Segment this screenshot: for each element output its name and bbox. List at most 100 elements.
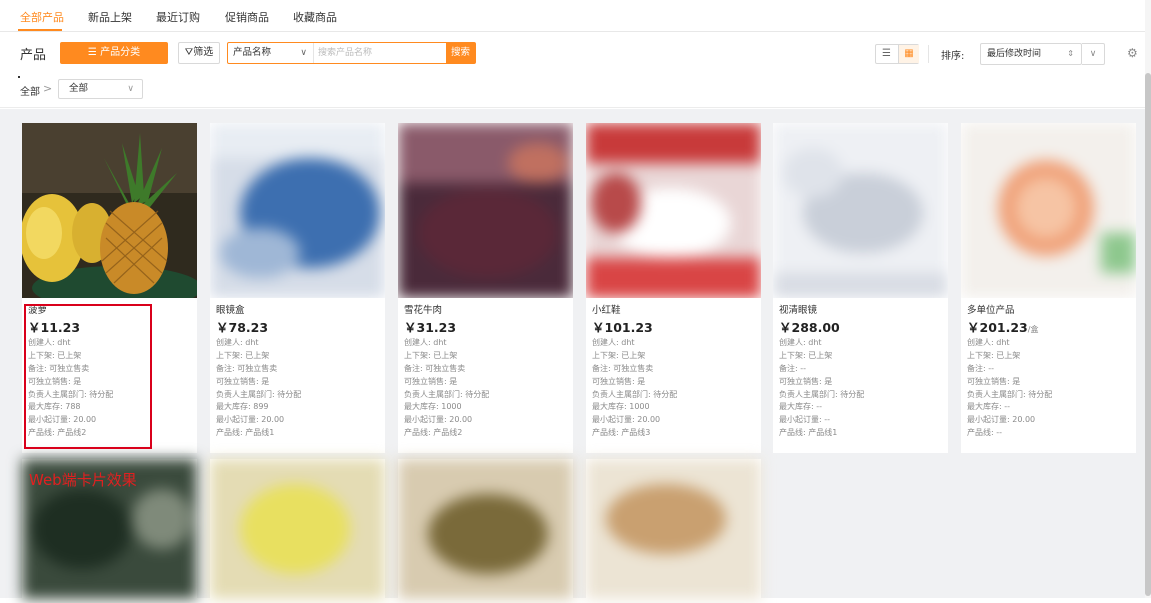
breadcrumb-separator: >	[43, 82, 53, 95]
category-select-value: 全部	[69, 83, 89, 94]
tab-favorites[interactable]: 收藏商品	[293, 9, 337, 25]
attr-remark: 备注: --	[967, 363, 995, 373]
product-tabs: 全部产品 新品上架 最近订购 促销商品 收藏商品	[0, 0, 1145, 32]
product-card[interactable]: 视清眼镜 ￥288.00 创建人: dht 上下架: 已上架 备注: -- 可独…	[773, 123, 948, 453]
attr-min-order: 最小起订量: 20.00	[404, 415, 473, 425]
tab-promotions[interactable]: 促销商品	[225, 9, 269, 25]
product-info: 多单位产品 ￥201.23/盒 创建人: dht 上下架: 已上架 备注: --…	[967, 303, 1132, 440]
sort-select[interactable]: 最后修改时间 ⇕	[980, 43, 1082, 65]
price-value: ￥78.23	[216, 320, 269, 335]
price-value: ￥288.00	[779, 320, 840, 335]
product-card[interactable]: 多单位产品 ￥201.23/盒 创建人: dht 上下架: 已上架 备注: --…	[961, 123, 1136, 453]
product-grid: 菠萝 ￥11.23 创建人: dht 上下架: 已上架 备注: 可独立售卖 可独…	[0, 109, 1145, 599]
dot-marker	[18, 76, 20, 78]
product-image-blurred	[586, 459, 761, 599]
grid-view-icon[interactable]: ▦	[898, 45, 919, 63]
product-name[interactable]: 眼镜盒	[216, 303, 381, 318]
attr-department: 负责人主属部门: 待分配	[216, 389, 302, 399]
filter-button[interactable]: ⛛筛选	[178, 42, 220, 64]
price-value: ￥101.23	[592, 320, 653, 335]
search-field-select[interactable]: 产品名称 ∨	[228, 43, 314, 63]
attr-department: 负责人主属部门: 待分配	[967, 389, 1053, 399]
breadcrumb: 全部 > 全部 ∨	[0, 74, 1145, 108]
toolbar: 产品 ☰ 产品分类 ⛛筛选 产品名称 ∨ 搜索 ☰ ▦ 排序: 最后修改时间 ⇕…	[0, 33, 1145, 73]
product-info: 小红鞋 ￥101.23 创建人: dht 上下架: 已上架 备注: 可独立售卖 …	[592, 303, 757, 440]
sort-arrows-icon: ⇕	[1067, 49, 1074, 58]
attr-creator: 创建人: dht	[967, 338, 1010, 347]
list-view-icon[interactable]: ☰	[876, 45, 897, 63]
attr-remark: 备注: 可独立售卖	[592, 363, 654, 373]
attr-creator: 创建人: dht	[216, 338, 259, 347]
attr-listing-status: 上下架: 已上架	[592, 350, 646, 360]
product-info: 眼镜盒 ￥78.23 创建人: dht 上下架: 已上架 备注: 可独立售卖 可…	[216, 303, 381, 440]
attr-product-line: 产品线: 产品线3	[592, 428, 651, 438]
sort-direction-button[interactable]: ∨	[1082, 43, 1105, 65]
attr-max-stock: 最大库存: 1000	[592, 402, 650, 412]
product-card[interactable]: 小红鞋 ￥101.23 创建人: dht 上下架: 已上架 备注: 可独立售卖 …	[586, 123, 761, 453]
highlight-box	[24, 304, 152, 449]
attr-listing-status: 上下架: 已上架	[967, 350, 1021, 360]
attr-independent-sale: 可独立销售: 是	[967, 376, 1021, 386]
gear-icon[interactable]: ⚙	[1127, 46, 1138, 60]
sort-label: 排序:	[941, 51, 965, 62]
product-image-multi-unit	[961, 123, 1136, 298]
attr-department: 负责人主属部门: 待分配	[779, 389, 865, 399]
toolbar-divider	[928, 45, 929, 63]
chevron-down-icon: ∨	[300, 48, 307, 58]
attr-min-order: 最小起订量: 20.00	[592, 415, 661, 425]
filter-button-label: 筛选	[193, 47, 214, 58]
attr-min-order: 最小起订量: 20.00	[216, 415, 285, 425]
attr-listing-status: 上下架: 已上架	[216, 350, 270, 360]
product-image-blurred	[398, 459, 573, 599]
product-name[interactable]: 视清眼镜	[779, 303, 944, 318]
beef-image	[398, 123, 573, 298]
product-category-button[interactable]: ☰ 产品分类	[60, 42, 168, 64]
tab-new-arrivals[interactable]: 新品上架	[88, 9, 132, 25]
product-price: ￥78.23	[216, 318, 381, 337]
breadcrumb-home[interactable]: 全部	[20, 83, 40, 98]
tab-recent-orders[interactable]: 最近订购	[156, 9, 200, 25]
product-image-red-shoes	[586, 123, 761, 298]
pineapple-image	[22, 123, 197, 298]
product-price: ￥288.00	[779, 318, 944, 337]
product-card[interactable]	[398, 459, 573, 599]
product-card[interactable]: 雪花牛肉 ￥31.23 创建人: dht 上下架: 已上架 备注: 可独立售卖 …	[398, 123, 573, 453]
filter-icon: ⛛	[184, 47, 194, 58]
attr-remark: 备注: 可独立售卖	[216, 363, 278, 373]
product-image-pineapple	[22, 123, 197, 298]
product-card[interactable]: 眼镜盒 ￥78.23 创建人: dht 上下架: 已上架 备注: 可独立售卖 可…	[210, 123, 385, 453]
scrollbar-thumb[interactable]	[1145, 73, 1151, 596]
search-input[interactable]	[318, 45, 438, 61]
attr-independent-sale: 可独立销售: 是	[404, 376, 458, 386]
view-toggle: ☰ ▦	[875, 44, 919, 64]
attr-max-stock: 最大库存: --	[967, 402, 1011, 412]
product-price: ￥201.23/盒	[967, 318, 1132, 337]
product-image-eyeglasses	[773, 123, 948, 298]
search-bar: 产品名称 ∨ 搜索	[227, 42, 476, 64]
price-value: ￥31.23	[404, 320, 457, 335]
product-name[interactable]: 雪花牛肉	[404, 303, 569, 318]
attr-department: 负责人主属部门: 待分配	[404, 389, 490, 399]
tab-all-products[interactable]: 全部产品	[20, 9, 64, 25]
glasses-case-image	[210, 123, 385, 298]
attr-independent-sale: 可独立销售: 是	[592, 376, 646, 386]
attr-remark: 备注: --	[779, 363, 807, 373]
attr-product-line: 产品线: 产品线2	[404, 428, 463, 438]
page-title: 产品	[20, 48, 47, 63]
product-image-glasses-case	[210, 123, 385, 298]
price-unit: /盒	[1027, 325, 1039, 334]
product-card[interactable]	[586, 459, 761, 599]
product-price: ￥31.23	[404, 318, 569, 337]
product-name[interactable]: 小红鞋	[592, 303, 757, 318]
product-card[interactable]	[210, 459, 385, 599]
product-info: 视清眼镜 ￥288.00 创建人: dht 上下架: 已上架 备注: -- 可独…	[779, 303, 944, 440]
sort-value: 最后修改时间	[987, 49, 1042, 59]
red-shoes-image	[586, 123, 761, 298]
category-select[interactable]: 全部 ∨	[58, 79, 143, 99]
product-name[interactable]: 多单位产品	[967, 303, 1132, 318]
chevron-down-icon: ∨	[1089, 49, 1097, 59]
search-button[interactable]: 搜索	[446, 43, 475, 63]
attr-max-stock: 最大库存: 1000	[404, 402, 462, 412]
attr-independent-sale: 可独立销售: 是	[779, 376, 833, 386]
attr-creator: 创建人: dht	[779, 338, 822, 347]
